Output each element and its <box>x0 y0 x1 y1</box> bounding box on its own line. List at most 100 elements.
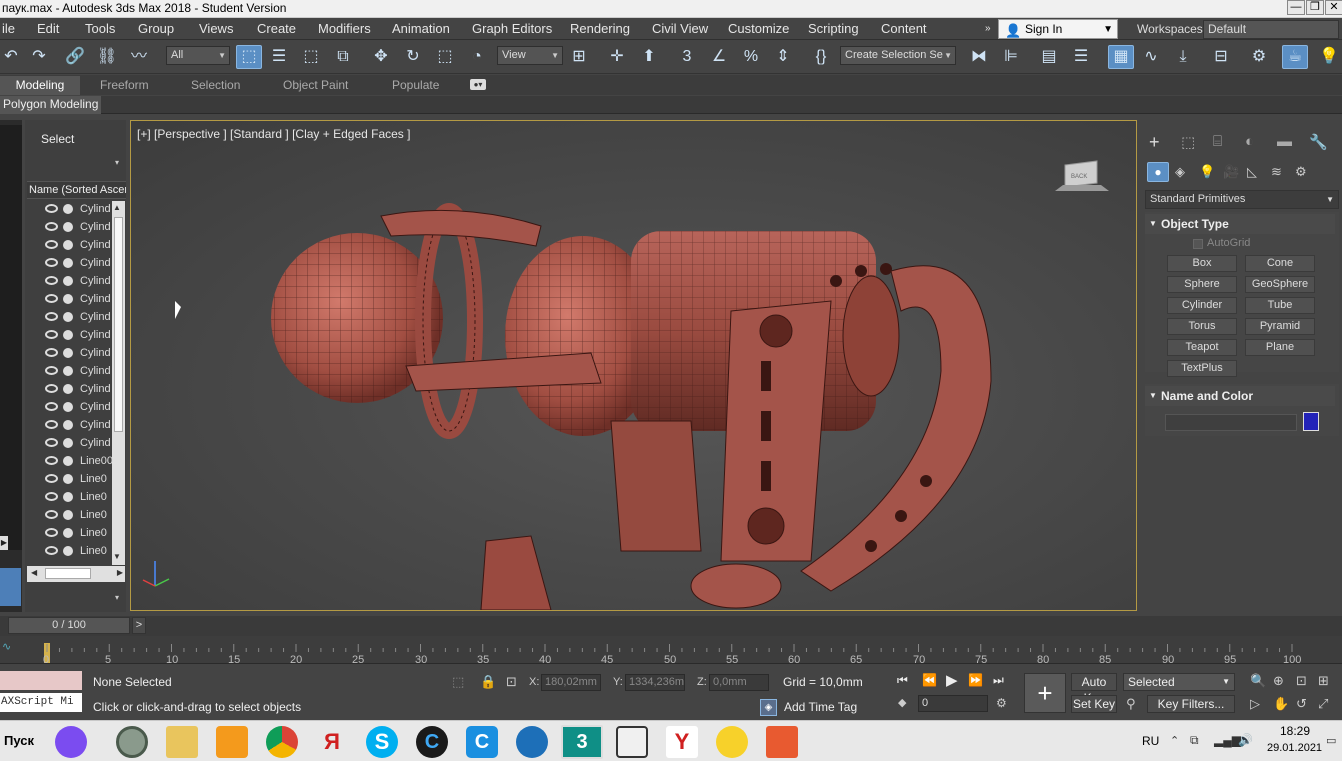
helpers-icon[interactable]: ◺ <box>1247 164 1257 180</box>
start-button[interactable]: Пуск <box>0 724 36 758</box>
snaps-toggle-icon[interactable]: 3 <box>676 47 698 67</box>
rectangular-selection-icon[interactable]: ⬚ <box>300 47 322 67</box>
curve-editor-mini-icon[interactable]: ∿ <box>2 640 11 653</box>
percent-snap-icon[interactable]: % <box>740 47 762 67</box>
cylinder-button[interactable]: Cylinder <box>1167 297 1237 314</box>
align-icon[interactable]: ⊫ <box>1000 47 1022 67</box>
freeze-dot-icon[interactable] <box>63 330 73 340</box>
close-button[interactable]: ✕ <box>1325 0 1342 15</box>
scene-explorer-toggle-icon[interactable]: ▤ <box>1038 47 1060 67</box>
shapes-icon[interactable]: ◈ <box>1175 164 1185 180</box>
freeze-dot-icon[interactable] <box>63 420 73 430</box>
rotate-icon[interactable]: ↻ <box>402 47 424 67</box>
object-color-swatch[interactable] <box>1303 412 1319 431</box>
pan-icon[interactable]: ✋ <box>1273 696 1289 712</box>
menu-civil-view[interactable]: Civil View <box>652 21 708 36</box>
clock-date[interactable]: 29.01.2021 <box>1267 742 1322 754</box>
pivot-center-icon[interactable]: ⊞ <box>568 47 590 67</box>
placement-icon[interactable]: ◔ <box>466 47 488 67</box>
hscroll-thumb[interactable] <box>45 568 91 579</box>
category-dropdown[interactable]: Standard Primitives ▼ <box>1145 190 1339 209</box>
window-crossing-icon[interactable]: ⧉ <box>332 47 354 67</box>
freeze-dot-icon[interactable] <box>63 384 73 394</box>
list-item[interactable]: Line0 <box>33 470 121 488</box>
visibility-eye-icon[interactable] <box>45 258 58 267</box>
list-item[interactable]: Line0 <box>33 542 121 560</box>
freeze-dot-icon[interactable] <box>63 528 73 538</box>
unlink-icon[interactable]: ⛓ <box>96 47 118 67</box>
cube-app-icon[interactable] <box>616 726 648 758</box>
volume-icon[interactable]: 🔊 <box>1238 733 1253 747</box>
list-item[interactable]: Cylind <box>33 326 121 344</box>
column-header-name[interactable]: Name (Sorted Ascen <box>27 181 126 199</box>
name-and-color-header[interactable]: ▼ Name and Color <box>1145 386 1335 406</box>
list-item[interactable]: Cylind <box>33 308 121 326</box>
previous-frame-icon[interactable]: ⏪ <box>922 673 937 687</box>
freeze-dot-icon[interactable] <box>63 294 73 304</box>
material-editor-icon[interactable]: ⊟ <box>1210 47 1232 67</box>
freeze-dot-icon[interactable] <box>63 366 73 376</box>
menu-rendering[interactable]: Rendering <box>570 21 630 36</box>
curve-editor-icon[interactable]: ∿ <box>1140 47 1162 67</box>
file-explorer-icon[interactable] <box>166 726 198 758</box>
list-item[interactable]: Cylind <box>33 254 121 272</box>
maxscript-mini-listener[interactable]: AXScript Mi <box>0 693 82 712</box>
visibility-eye-icon[interactable] <box>45 294 58 303</box>
tray-expand-icon[interactable]: ⌃ <box>1170 734 1179 747</box>
cone-button[interactable]: Cone <box>1245 255 1315 272</box>
tab-populate[interactable]: Populate <box>392 78 439 92</box>
visibility-eye-icon[interactable] <box>45 528 58 537</box>
link-icon[interactable]: 🔗 <box>64 47 86 67</box>
named-selection-set-dropdown[interactable]: Create Selection Se ▼ <box>840 46 956 65</box>
chevron-down-icon[interactable]: ▾ <box>115 158 119 167</box>
y-coordinate-field[interactable]: 1334,236m <box>625 674 685 691</box>
isolate-selection-icon[interactable]: ⬚ <box>452 674 464 690</box>
tab-selection[interactable]: Selection <box>191 78 240 92</box>
horizontal-scrollbar[interactable]: ◀ ▶ <box>27 566 125 582</box>
hierarchy-tab-icon[interactable]: ⌸ <box>1213 133 1222 150</box>
list-item[interactable]: Cylind <box>33 398 121 416</box>
menu-edit[interactable]: Edit <box>37 21 59 36</box>
visibility-eye-icon[interactable] <box>45 348 58 357</box>
notifications-icon[interactable]: ▭ <box>1326 734 1336 747</box>
go-to-end-icon[interactable]: ⏭ <box>993 673 1004 688</box>
list-item[interactable]: Cylind <box>33 362 121 380</box>
smiley-app-icon[interactable] <box>716 726 748 758</box>
scroll-right-icon[interactable]: ▶ <box>117 568 123 577</box>
sign-in-dropdown[interactable]: 👤 Sign In ▼ <box>998 19 1118 39</box>
menu-file[interactable]: ile <box>2 21 15 36</box>
menu-group[interactable]: Group <box>138 21 174 36</box>
current-frame-field[interactable]: 0 <box>918 695 988 712</box>
next-frame-icon[interactable]: > <box>132 617 146 634</box>
minimize-button[interactable]: — <box>1287 0 1305 15</box>
freeze-dot-icon[interactable] <box>63 402 73 412</box>
plane-button[interactable]: Plane <box>1245 339 1315 356</box>
play-icon[interactable]: ▶ <box>946 671 958 689</box>
menu-animation[interactable]: Animation <box>392 21 450 36</box>
systems-icon[interactable]: ⚙ <box>1295 164 1307 180</box>
freeze-dot-icon[interactable] <box>63 240 73 250</box>
set-key-big-icon[interactable]: + <box>1024 673 1066 713</box>
reference-coordinate-dropdown[interactable]: View ▼ <box>497 46 563 65</box>
motion-tab-icon[interactable]: ◐ <box>1245 133 1254 150</box>
schematic-view-icon[interactable]: ⤓ <box>1172 47 1194 67</box>
auto-key-button[interactable]: Auto Key <box>1071 673 1117 705</box>
list-item[interactable]: Cylind <box>33 290 121 308</box>
key-filters-button[interactable]: Key Filters... <box>1147 695 1235 713</box>
archive-app-icon[interactable] <box>766 726 798 758</box>
viewcube[interactable]: BACK <box>1055 160 1109 191</box>
language-indicator[interactable]: RU <box>1142 734 1159 748</box>
chevron-down-icon[interactable]: ▾ <box>115 593 119 602</box>
mirror-icon[interactable]: ⧓ <box>968 47 990 67</box>
orbit-icon[interactable]: ↺ <box>1296 696 1307 712</box>
expand-arrow-icon[interactable]: ▶ <box>0 536 8 550</box>
left-dock-tab[interactable] <box>0 568 21 606</box>
utilities-tab-icon[interactable]: 🔧 <box>1309 133 1328 151</box>
list-item[interactable]: Cylind <box>33 272 121 290</box>
freeze-dot-icon[interactable] <box>63 222 73 232</box>
cameras-icon[interactable]: 🎥 <box>1223 164 1239 180</box>
sphere-button[interactable]: Sphere <box>1167 276 1237 293</box>
browser-globe-icon[interactable] <box>516 726 548 758</box>
c-app-icon[interactable]: C <box>466 726 498 758</box>
visibility-eye-icon[interactable] <box>45 330 58 339</box>
